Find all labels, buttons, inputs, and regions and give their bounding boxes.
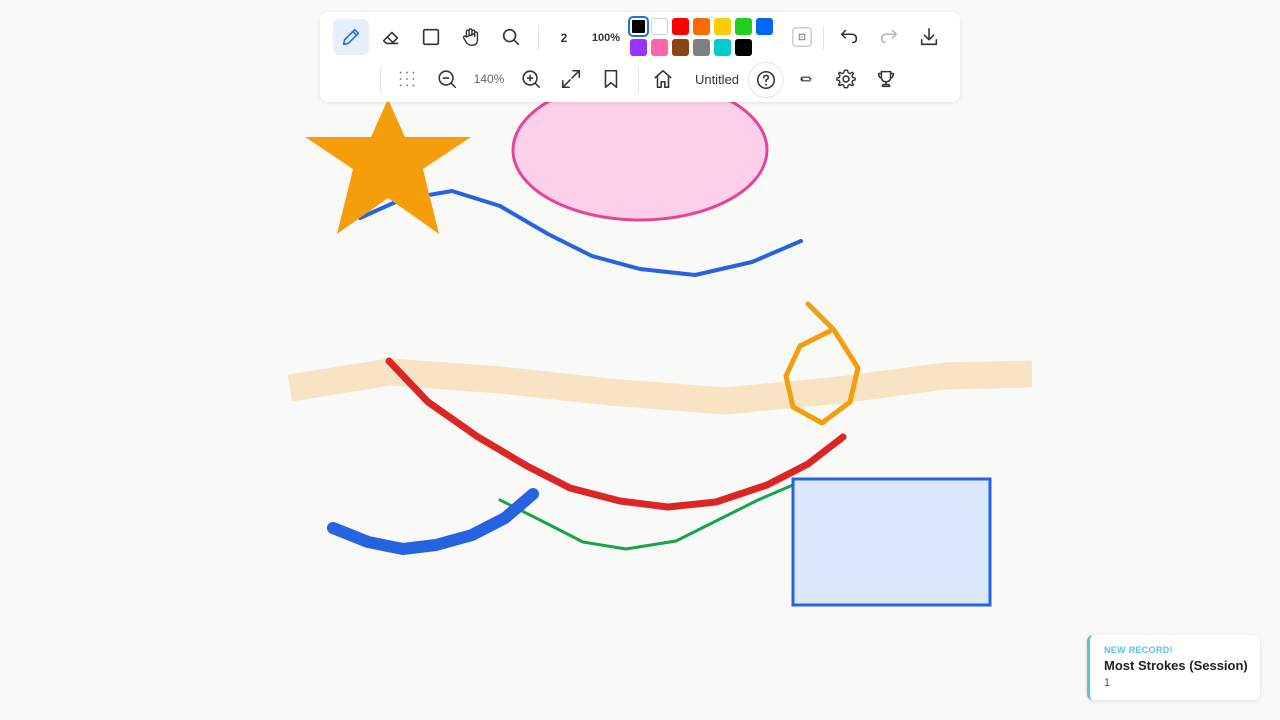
color-swatch[interactable] [651, 18, 668, 35]
rectangle-tool-button[interactable] [413, 19, 449, 55]
opacity-value[interactable]: 100% [586, 28, 626, 48]
fill-toggle-button[interactable] [786, 20, 818, 54]
color-swatch[interactable] [693, 39, 710, 56]
undo-icon [840, 29, 858, 44]
search-icon [502, 28, 520, 46]
toolbar-divider [823, 26, 824, 50]
grid-toggle-button[interactable] [389, 61, 425, 97]
eraser-icon [382, 31, 399, 45]
record-toast: NEW RECORD! Most Strokes (Session) 1 [1087, 635, 1260, 700]
download-button[interactable] [911, 19, 947, 55]
shape-rectangle [791, 477, 992, 607]
color-swatch[interactable] [630, 39, 647, 56]
bookmark-button[interactable] [593, 61, 629, 97]
help-button[interactable] [748, 62, 784, 98]
color-swatch[interactable] [735, 39, 752, 56]
pen-tool-button[interactable] [333, 19, 369, 55]
shape-swap-icon [800, 76, 812, 82]
toast-value: 1 [1104, 677, 1111, 689]
pan-tool-button[interactable] [453, 19, 489, 55]
toolbar-divider [538, 26, 539, 50]
trophy-icon [877, 70, 895, 88]
zoom-out-button[interactable] [429, 61, 465, 97]
home-icon [654, 69, 672, 89]
zoom-out-icon [438, 70, 457, 89]
redo-button[interactable] [871, 19, 907, 55]
toast-title: Most Strokes (Session) [1104, 658, 1248, 673]
color-swatch[interactable] [651, 39, 668, 56]
shape-star [305, 99, 471, 234]
zoom-in-button[interactable] [513, 61, 549, 97]
color-swatch[interactable] [735, 18, 752, 35]
hand-icon [462, 28, 479, 46]
color-swatch[interactable] [672, 39, 689, 56]
undo-button[interactable] [831, 19, 867, 55]
zoom-in-icon [522, 70, 541, 89]
color-swatch[interactable] [714, 18, 731, 35]
zoom-level: 140% [473, 72, 505, 86]
document-title[interactable]: Untitled [684, 69, 750, 89]
toolbar-divider [638, 68, 639, 92]
search-tool-button[interactable] [493, 19, 529, 55]
square-icon [422, 28, 440, 46]
bookmark-icon [604, 69, 618, 89]
expand-icon [561, 69, 581, 89]
drawing-canvas[interactable] [0, 0, 1280, 720]
gear-icon [836, 69, 856, 89]
fit-to-screen-button[interactable] [553, 61, 589, 97]
eraser-tool-button[interactable] [373, 19, 409, 55]
toolbar: 2 100% 140% Untitled [320, 12, 960, 102]
toast-kicker: NEW RECORD! [1104, 645, 1173, 655]
color-swatch[interactable] [672, 18, 689, 35]
grid-dots-icon [399, 71, 415, 87]
redo-icon [880, 29, 898, 44]
color-swatch[interactable] [756, 18, 773, 35]
fill-toggle-icon [792, 27, 812, 47]
color-swatch[interactable] [693, 18, 710, 35]
settings-button[interactable] [828, 61, 864, 97]
toolbar-divider [380, 68, 381, 92]
color-swatch[interactable] [714, 39, 731, 56]
home-button[interactable] [645, 61, 681, 97]
shape-swap-button[interactable] [788, 61, 824, 97]
stroke-width-value[interactable]: 2 [553, 28, 575, 48]
help-circle-icon [756, 70, 776, 90]
color-swatch[interactable] [628, 16, 649, 37]
download-icon [920, 27, 938, 46]
achievements-button[interactable] [868, 61, 904, 97]
pencil-icon [342, 28, 360, 46]
